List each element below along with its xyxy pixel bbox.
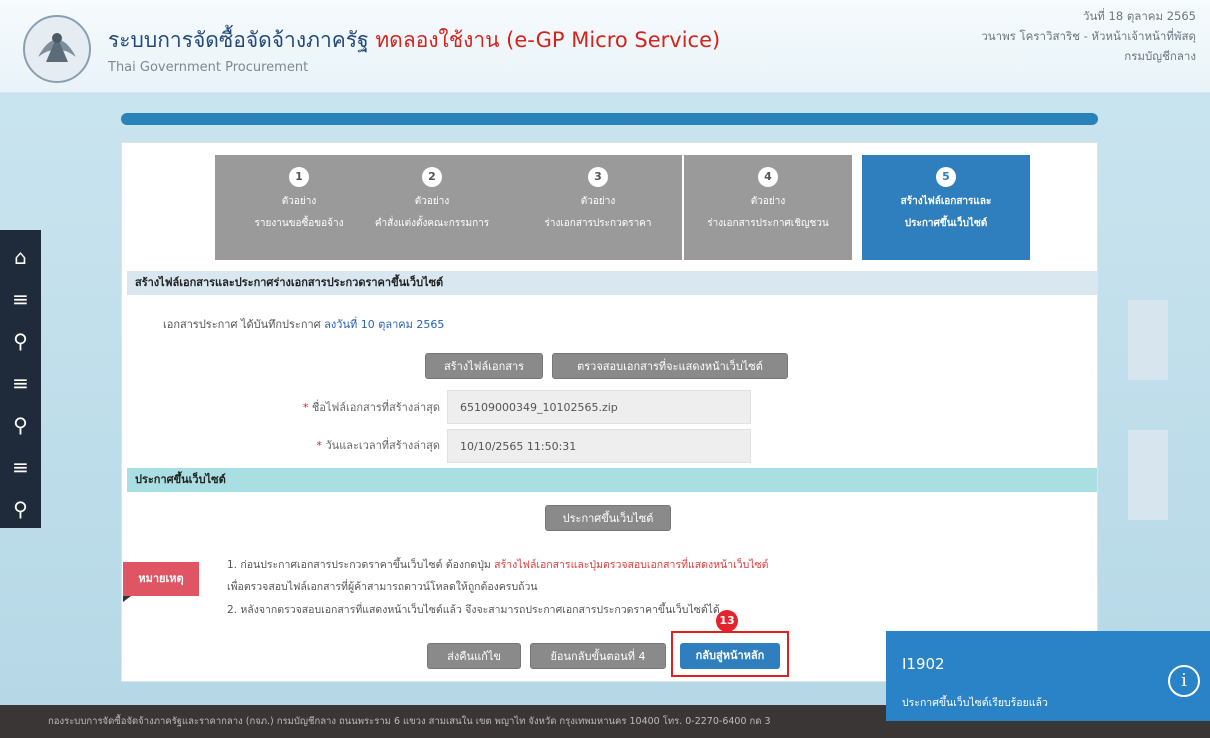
- step-3[interactable]: 3 ตัวอย่าง ร่างเอกสารประกวดราคา: [514, 155, 682, 260]
- check-document-button[interactable]: ตรวจสอบเอกสารที่จะแสดงหน้าเว็บไซต์: [552, 353, 788, 379]
- note-tag: หมายเหตุ: [123, 562, 199, 596]
- highlight-box: [671, 631, 789, 677]
- garuda-logo-icon: [23, 15, 91, 83]
- step-5-active[interactable]: 5 สร้างไฟล์เอกสารและ ประกาศขึ้นเว็บไซต์: [862, 155, 1030, 260]
- menu-icon[interactable]: ≡: [0, 364, 41, 402]
- app-header: ระบบการจัดซื้อจัดจ้างภาครัฐ ทดลองใช้งาน …: [0, 0, 1210, 93]
- saved-info-date: ลงวันที่ 10 ตุลาคม 2565: [324, 318, 445, 331]
- search-icon[interactable]: ⚲: [0, 322, 41, 360]
- note-line-2: เพื่อตรวจสอบไฟล์เอกสารที่ผู้ค้าสามารถดาว…: [227, 581, 538, 593]
- trial-label: ทดลองใช้งาน (e-GP Micro Service): [375, 28, 721, 52]
- step-annotation-badge: 13: [716, 610, 738, 632]
- step-number: 1: [289, 167, 309, 187]
- current-date: วันที่ 18 ตุลาคม 2565: [1082, 9, 1196, 23]
- step-label-2: ร่างเอกสารประกาศเชิญชวน: [707, 218, 829, 229]
- app-title-main: ระบบการจัดซื้อจัดจ้างภาครัฐ: [108, 28, 369, 52]
- step-2[interactable]: 2 ตัวอย่าง คำสั่งแต่งตั้งคณะกรรมการ: [348, 155, 516, 260]
- datetime-label: * วันและเวลาที่สร้างล่าสุด: [316, 439, 441, 452]
- note-line-3: 2. หลังจากตรวจสอบเอกสารที่แสดงหน้าเว็บไซ…: [227, 604, 720, 616]
- note-tag-corner: [123, 596, 131, 602]
- note-line-1: 1. ก่อนประกาศเอกสารประกวดราคาขึ้นเว็บไซต…: [227, 556, 769, 573]
- menu-icon[interactable]: ≡: [0, 280, 41, 318]
- menu-icon[interactable]: ≡: [0, 448, 41, 486]
- step-number: 2: [422, 167, 442, 187]
- user-info: วันที่ 18 ตุลาคม 2565 วนาพร โคราวิสาริช …: [981, 6, 1196, 66]
- note-line-1-prefix: 1. ก่อนประกาศเอกสารประกวดราคาขึ้นเว็บไซต…: [227, 559, 491, 571]
- step-label-1: สร้างไฟล์เอกสารและ: [900, 196, 992, 207]
- datetime-field: 10/10/2565 11:50:31: [447, 429, 751, 463]
- step-number: 4: [758, 167, 778, 187]
- step-number: 3: [588, 167, 608, 187]
- bg-decoration: [1128, 430, 1168, 520]
- search-icon[interactable]: ⚲: [0, 490, 41, 528]
- department-name: กรมบัญชีกลาง: [1124, 49, 1196, 63]
- datetime-label-text: วันและเวลาที่สร้างล่าสุด: [325, 439, 441, 452]
- toast-code: I1902: [902, 655, 945, 673]
- step-number: 5: [936, 167, 956, 187]
- filename-field: 65109000349_10102565.zip: [447, 390, 751, 424]
- return-edit-button[interactable]: ส่งคืนแก้ไข: [427, 643, 521, 669]
- step-label-2: ร่างเอกสารประกวดราคา: [544, 218, 652, 229]
- user-name[interactable]: วนาพร โคราวิสาริช - หัวหน้าเจ้าหน้าที่พั…: [981, 26, 1196, 46]
- left-toolbar: ⌂ ≡ ⚲ ≡ ⚲ ≡ ⚲: [0, 230, 41, 528]
- toast-message: ประกาศขึ้นเว็บไซต์เรียบร้อยแล้ว: [902, 697, 1048, 709]
- section-title-publish: ประกาศขึ้นเว็บไซต์: [127, 468, 1097, 492]
- section-title-create: สร้างไฟล์เอกสารและประกาศร่างเอกสารประกวด…: [127, 271, 1097, 295]
- app-title: ระบบการจัดซื้อจัดจ้างภาครัฐ ทดลองใช้งาน …: [108, 24, 720, 57]
- step-label-1: ตัวอย่าง: [414, 196, 450, 207]
- app-subtitle: Thai Government Procurement: [108, 60, 309, 75]
- publish-website-button[interactable]: ประกาศขึ้นเว็บไซต์: [545, 505, 671, 531]
- filename-label-text: ชื่อไฟล์เอกสารที่สร้างล่าสุด: [311, 401, 440, 414]
- step-4[interactable]: 4 ตัวอย่าง ร่างเอกสารประกาศเชิญชวน: [684, 155, 852, 260]
- step-label-2: คำสั่งแต่งตั้งคณะกรรมการ: [374, 218, 490, 229]
- saved-info-prefix: เอกสารประกาศ ได้บันทึกประกาศ: [163, 318, 321, 331]
- back-step4-button[interactable]: ย้อนกลับขั้นตอนที่ 4: [530, 643, 666, 669]
- toast-notification[interactable]: I1902 ประกาศขึ้นเว็บไซต์เรียบร้อยแล้ว i: [886, 631, 1210, 721]
- home-icon[interactable]: ⌂: [0, 238, 41, 276]
- step-label-1: ตัวอย่าง: [580, 196, 616, 207]
- saved-info: เอกสารประกาศ ได้บันทึกประกาศ ลงวันที่ 10…: [163, 315, 444, 333]
- create-file-button[interactable]: สร้างไฟล์เอกสาร: [425, 353, 543, 379]
- filename-label: * ชื่อไฟล์เอกสารที่สร้างล่าสุด: [302, 401, 440, 414]
- info-icon: i: [1168, 665, 1200, 697]
- bg-decoration: [1128, 300, 1168, 380]
- step-label-2: ประกาศขึ้นเว็บไซต์: [904, 218, 988, 229]
- note-line-1-red: สร้างไฟล์เอกสารและปุ่มตรวจสอบเอกสารที่แส…: [494, 559, 769, 571]
- progress-bar: [121, 113, 1098, 125]
- step-label-1: ตัวอย่าง: [750, 196, 786, 207]
- search-icon[interactable]: ⚲: [0, 406, 41, 444]
